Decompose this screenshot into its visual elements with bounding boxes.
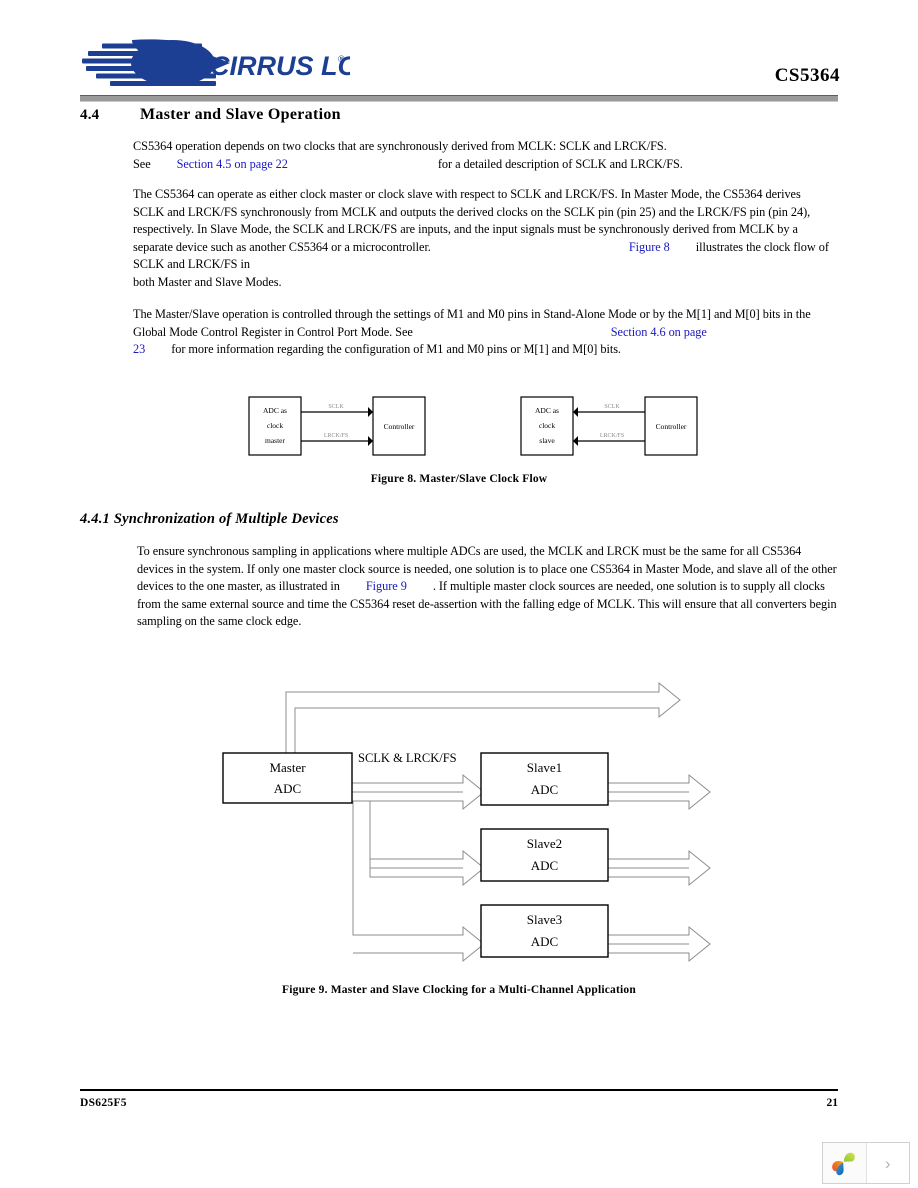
link-figure-9[interactable]: Figure 9 (366, 579, 407, 593)
fig8-left-adc-label-1: ADC as (263, 406, 287, 415)
link-figure-8[interactable]: Figure 8 (629, 240, 670, 254)
fig8-left-adc-label-3: master (265, 436, 285, 445)
viewer-widget[interactable]: › (822, 1142, 910, 1184)
subsection-title: 4.4.1 Synchronization of Multiple Device… (80, 511, 339, 527)
fig9-master-adc-label-2: ADC (274, 781, 301, 796)
p2-text-c: both Master and Slave Modes. (133, 274, 282, 289)
figure-8-diagram: ADC as clock master Controller SCLK LRCK… (240, 388, 720, 464)
link-section-4-5[interactable]: Section 4.5 on page 22 (177, 157, 288, 171)
p1-text-c: for a detailed description of SCLK and L… (437, 156, 683, 171)
document-page: CIRRUS LOGIC ® CS5364 4.4 Master and Sla… (0, 0, 918, 1188)
fig9-slave1-adc-label-1: Slave1 (527, 760, 562, 775)
fig8-left-controller-label: Controller (384, 422, 415, 431)
leaf-pinwheel-icon (832, 1152, 856, 1176)
p1-text-b: See (133, 156, 151, 171)
brand-logo-button[interactable] (823, 1143, 867, 1183)
fig9-bus-master-to-slave2 (369, 801, 485, 887)
figure-8-svg: ADC as clock master Controller SCLK LRCK… (248, 396, 698, 456)
fig8-right-adc-label-3: slave (539, 436, 555, 445)
fig8-left-sclk-label: SCLK (328, 404, 344, 410)
logo-svg: CIRRUS LOGIC ® (82, 39, 350, 86)
fig8-left-lrck-label: LRCK/FS (324, 433, 348, 439)
fig9-slave2-adc-label-2: ADC (531, 858, 558, 873)
footer-page-number: 21 (826, 1097, 839, 1109)
paragraph-3: The Master/Slave operation is controlled… (133, 306, 833, 359)
fig9-slave2-adc-label-1: Slave2 (527, 836, 562, 851)
p1-text-a: CS5364 operation depends on two clocks t… (133, 139, 667, 153)
footer-divider (80, 1089, 838, 1091)
paragraph-2: The CS5364 can operate as either clock m… (133, 186, 833, 292)
fig8-right-adc-label-2: clock (539, 421, 555, 430)
section-title: Master and Slave Operation (140, 106, 341, 123)
p3-text-a: The Master/Slave operation is controlled… (133, 307, 811, 339)
fig8-left-sclk-arrowhead (368, 407, 373, 417)
section-number: 4.4 (80, 107, 100, 123)
fig9-bus-label: SCLK & LRCK/FS (358, 751, 457, 765)
fig9-master-adc-label-1: Master (269, 760, 306, 775)
figure-9-svg: Master ADC Slave1 ADC Slave2 ADC Slave3 … (222, 681, 711, 963)
fig8-right-lrck-label: LRCK/FS (600, 433, 624, 439)
fig9-slave1-adc-label-2: ADC (531, 782, 558, 797)
fig8-right-adc-label-1: ADC as (535, 406, 559, 415)
header-divider (80, 95, 838, 102)
p3-text-b: for more information regarding the confi… (171, 342, 621, 357)
chevron-right-icon: › (884, 1153, 891, 1173)
fig8-left-lrck-arrowhead (368, 436, 373, 446)
figure-9-caption: Figure 9. Master and Slave Clocking for … (282, 984, 636, 996)
logo-wordmark: CIRRUS LOGIC (210, 51, 350, 81)
footer-document-number: DS625F5 (80, 1097, 127, 1109)
paragraph-4: To ensure synchronous sampling in applic… (137, 543, 837, 631)
paragraph-1: CS5364 operation depends on two clocks t… (133, 138, 833, 173)
fig8-right-lrck-arrowhead (573, 436, 578, 446)
next-page-button[interactable]: › (866, 1143, 909, 1183)
fig9-bus-master-to-slave3-arrow (352, 801, 485, 963)
link-page-23[interactable]: 23 (133, 342, 145, 356)
document-part-number: CS5364 (774, 65, 840, 86)
link-section-4-6[interactable]: Section 4.6 on page (611, 325, 707, 339)
fig8-left-adc-label-2: clock (267, 421, 283, 430)
registered-mark-icon: ® (338, 54, 345, 64)
fig9-slave3-adc-label-2: ADC (531, 934, 558, 949)
fig8-right-controller-label: Controller (656, 422, 687, 431)
figure-9-diagram: Master ADC Slave1 ADC Slave2 ADC Slave3 … (210, 676, 730, 966)
fig9-slave3-adc-label-1: Slave3 (527, 912, 562, 927)
figure-8-caption: Figure 8. Master/Slave Clock Flow (370, 473, 548, 485)
fig8-right-sclk-label: SCLK (604, 404, 620, 410)
fig8-right-sclk-arrowhead (573, 407, 578, 417)
cirrus-logic-logo: CIRRUS LOGIC ® (80, 38, 350, 90)
